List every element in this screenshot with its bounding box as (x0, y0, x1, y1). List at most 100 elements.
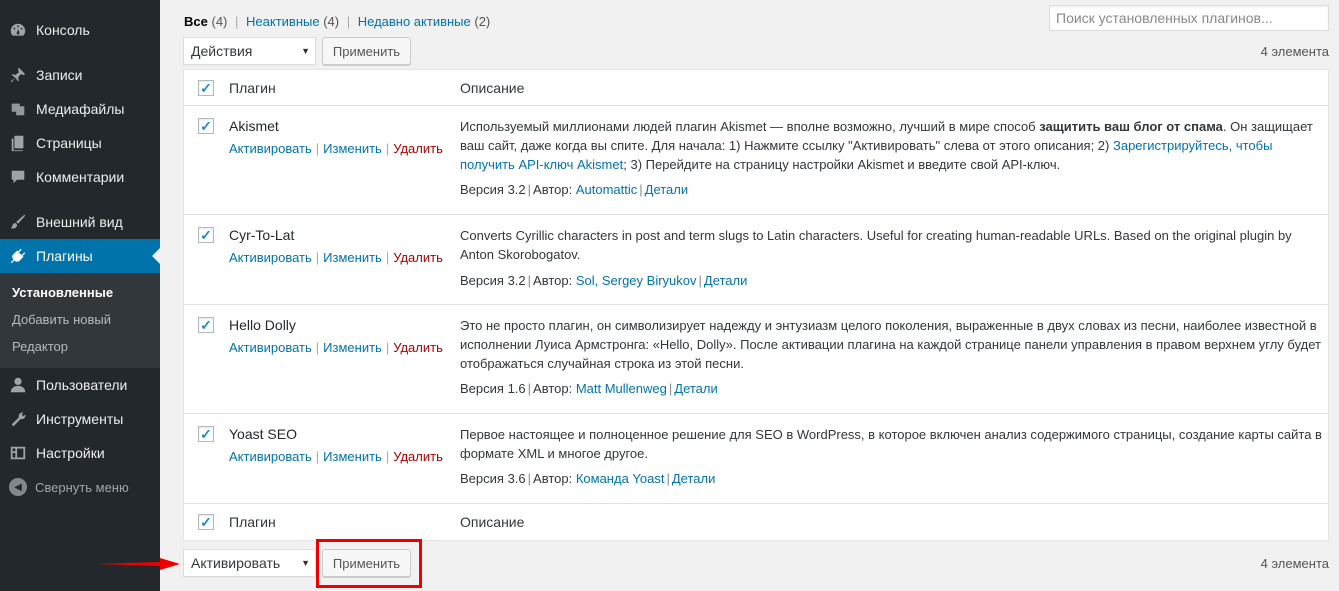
menu-label: Медиафайлы (36, 101, 125, 117)
plugin-search-input[interactable] (1049, 5, 1329, 31)
bulk-action-value: Активировать (191, 555, 281, 571)
filter-separator: | (346, 14, 351, 29)
table-footer: ✓ Плагин Описание (184, 504, 1328, 539)
menu-label: Страницы (36, 135, 102, 151)
highlight-box (316, 539, 422, 588)
collapse-label: Свернуть меню (35, 479, 129, 495)
delete-link[interactable]: Удалить (393, 250, 443, 265)
delete-link[interactable]: Удалить (393, 141, 443, 156)
plugin-actions: Активировать | Изменить | Удалить (229, 250, 443, 265)
collapse-menu-button[interactable]: ◀ Свернуть меню (0, 470, 160, 504)
plugin-checkbox[interactable]: ✓ (198, 426, 214, 442)
activate-link[interactable]: Активировать (229, 141, 312, 156)
plugin-actions: Активировать | Изменить | Удалить (229, 449, 443, 464)
filter-inactive[interactable]: Неактивные (246, 14, 320, 29)
edit-link[interactable]: Изменить (323, 340, 382, 355)
items-count-bottom: 4 элемента (1260, 556, 1329, 571)
menu-item-tools[interactable]: Инструменты (0, 402, 160, 436)
plugin-description: Это не просто плагин, он символизирует н… (460, 318, 1321, 371)
table-row-yoast-seo: ✓ Yoast SEO Активировать | Изменить | Удалит… (184, 414, 1328, 503)
menu-label: Внешний вид (36, 214, 123, 230)
menu-label: Записи (36, 67, 83, 83)
plugin-actions: Активировать | Изменить | Удалить (229, 141, 443, 156)
column-description-footer: Описание (460, 514, 525, 530)
collapse-arrow-icon: ◀ (9, 478, 27, 496)
bulk-action-select-top[interactable]: Действия ▼ (183, 37, 316, 65)
plugin-actions: Активировать | Изменить | Удалить (229, 340, 443, 355)
delete-link[interactable]: Удалить (393, 449, 443, 464)
plugin-meta: Версия 3.2 | Автор: Automattic | Детали (460, 182, 689, 197)
red-arrow-icon (96, 558, 180, 570)
author-link[interactable]: Команда Yoast (576, 471, 665, 486)
menu-item-comments[interactable]: Комментарии (0, 160, 160, 194)
submenu-installed[interactable]: Установленные (0, 279, 160, 306)
menu-item-users[interactable]: Пользователи (0, 368, 160, 402)
plugin-checkbox[interactable]: ✓ (198, 317, 214, 333)
apply-button-top[interactable]: Применить (322, 37, 411, 65)
user-icon (8, 375, 28, 395)
bulk-action-select-bottom[interactable]: Активировать ▼ (183, 549, 316, 577)
menu-item-settings[interactable]: Настройки (0, 436, 160, 470)
details-link[interactable]: Детали (645, 182, 689, 197)
dashboard-icon (8, 20, 28, 40)
plugin-checkbox[interactable]: ✓ (198, 118, 214, 134)
table-row-cyr-to-lat: ✓ Cyr-To-Lat Активировать | Изменить | Удали… (184, 215, 1328, 304)
dropdown-arrow-icon: ▼ (301, 558, 310, 568)
plugin-checkbox[interactable]: ✓ (198, 227, 214, 243)
menu-item-posts[interactable]: Записи (0, 58, 160, 92)
menu-item-dashboard[interactable]: Консоль (0, 13, 160, 47)
author-link[interactable]: Automattic (576, 182, 637, 197)
filter-separator: | (235, 14, 239, 29)
plugin-name: Akismet (229, 118, 279, 134)
brush-icon (8, 212, 28, 232)
author-link[interactable]: Sol, Sergey Biryukov (576, 273, 697, 288)
select-all-checkbox[interactable]: ✓ (198, 80, 214, 96)
details-link[interactable]: Детали (674, 381, 718, 396)
plugin-name: Yoast SEO (229, 426, 297, 442)
main-content: Все (4) | Неактивные (4) | Недавно актив… (160, 0, 1339, 591)
wrench-icon (8, 409, 28, 429)
plugin-meta: Версия 1.6 | Автор: Matt Mullenweg | Детали (460, 381, 718, 396)
plugin-name: Hello Dolly (229, 317, 296, 333)
filter-inactive-count: (4) (323, 14, 340, 29)
filter-all[interactable]: Все (184, 14, 208, 29)
column-plugin-footer: Плагин (229, 514, 276, 530)
filter-all-count: (4) (211, 14, 228, 29)
author-link[interactable]: Matt Mullenweg (576, 381, 667, 396)
edit-link[interactable]: Изменить (323, 141, 382, 156)
plugin-meta: Версия 3.6 | Автор: Команда Yoast | Детали (460, 471, 716, 486)
activate-link[interactable]: Активировать (229, 250, 312, 265)
menu-item-plugins[interactable]: Плагины (0, 239, 160, 273)
column-description: Описание (460, 80, 525, 96)
bulk-action-value: Действия (191, 43, 253, 59)
media-icon (8, 99, 28, 119)
filter-recent-count: (2) (474, 14, 491, 29)
select-all-checkbox-bottom[interactable]: ✓ (198, 514, 214, 530)
menu-label: Инструменты (36, 411, 124, 427)
plugin-name: Cyr-To-Lat (229, 227, 295, 243)
table-row-akismet: ✓ Akismet Активировать | Изменить | Удалить … (184, 106, 1328, 214)
menu-item-appearance[interactable]: Внешний вид (0, 205, 160, 239)
filter-recently-active[interactable]: Недавно активные (358, 14, 471, 29)
plugins-submenu: Установленные Добавить новый Редактор (0, 273, 160, 368)
plugin-filters: Все (4) | Неактивные (4) | Недавно актив… (184, 14, 490, 29)
menu-label: Комментарии (36, 169, 125, 185)
edit-link[interactable]: Изменить (323, 449, 382, 464)
delete-link[interactable]: Удалить (393, 340, 443, 355)
plugin-meta: Версия 3.2 | Автор: Sol, Sergey Biryukov | Д… (460, 273, 748, 288)
menu-item-media[interactable]: Медиафайлы (0, 92, 160, 126)
settings-icon (8, 443, 28, 463)
menu-item-pages[interactable]: Страницы (0, 126, 160, 160)
pin-icon (8, 65, 28, 85)
menu-label: Консоль (36, 22, 90, 38)
activate-link[interactable]: Активировать (229, 340, 312, 355)
submenu-editor[interactable]: Редактор (0, 333, 160, 360)
submenu-add-new[interactable]: Добавить новый (0, 306, 160, 333)
edit-link[interactable]: Изменить (323, 250, 382, 265)
details-link[interactable]: Детали (704, 273, 748, 288)
details-link[interactable]: Детали (672, 471, 716, 486)
menu-label: Настройки (36, 445, 105, 461)
plugin-description: Первое настоящее и полноценное решение д… (460, 427, 1322, 461)
plugins-table: ✓ Плагин Описание ✓ Akismet Активировать… (183, 69, 1329, 541)
activate-link[interactable]: Активировать (229, 449, 312, 464)
